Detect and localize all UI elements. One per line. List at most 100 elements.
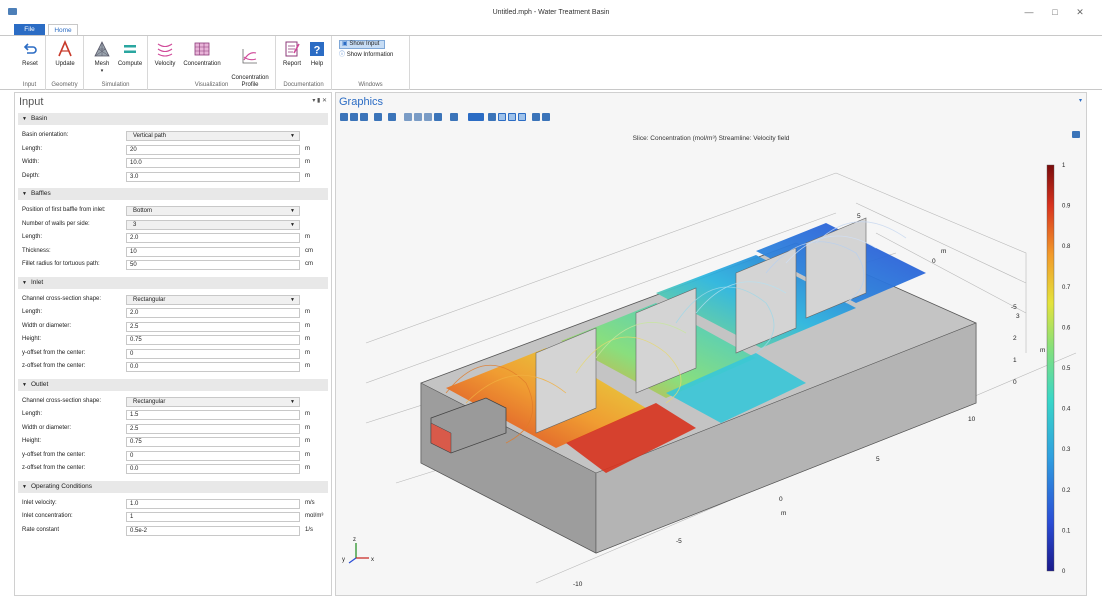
help-label: Help (310, 61, 324, 67)
mesh-button[interactable]: Mesh ▾ (89, 40, 115, 75)
field-value: 0 (130, 350, 134, 357)
show-information-button[interactable]: ⓘ Show Information (339, 52, 393, 59)
zoom-in-icon[interactable] (340, 113, 348, 121)
z-tick: 0 (1013, 379, 1017, 386)
profile-chart-icon (242, 49, 257, 64)
colorbar-tick-label: 0.8 (1062, 244, 1071, 250)
x-tick: 5 (876, 456, 880, 463)
text-field[interactable]: 10.0 (126, 158, 300, 168)
help-button[interactable]: ? Help (306, 40, 328, 68)
collapse-icon: ▼ (22, 483, 27, 490)
maximize-button[interactable]: □ (1049, 6, 1061, 18)
view-direction-icon[interactable] (388, 113, 396, 121)
text-field[interactable]: 0.0 (126, 464, 300, 474)
field-unit: cm (305, 261, 313, 267)
text-field[interactable]: 1.0 (126, 498, 300, 509)
image-snapshot-icon[interactable] (532, 113, 540, 121)
chevron-down-icon: ▼ (290, 133, 295, 139)
field-unit: m (305, 172, 310, 179)
view-yz-icon[interactable] (414, 113, 422, 121)
form-row: z-offset from the center: 0.0 m (18, 463, 328, 475)
dropdown-select[interactable]: 3 ▼ (126, 219, 300, 230)
compute-button[interactable]: Compute (115, 40, 145, 68)
field-value: 3.0 (130, 173, 139, 180)
text-field[interactable]: 0 (126, 348, 300, 359)
ribbon-group-input: Reset Input (14, 36, 46, 90)
text-field[interactable]: 1 (126, 512, 300, 522)
text-field[interactable]: 0.75 (126, 437, 300, 447)
field-value: 0.75 (130, 439, 142, 445)
velocity-button[interactable]: Velocity (152, 40, 178, 68)
text-field[interactable]: 0.0 (126, 362, 300, 372)
grid-toggle-icon[interactable] (498, 113, 506, 121)
graphics-canvas[interactable]: -10 -5 0 5 10 m 5 0 -5 m 3 2 1 0 m z x y (336, 143, 1086, 593)
export-icon[interactable] (1072, 131, 1080, 138)
z-tick: 1 (1013, 357, 1017, 364)
text-field[interactable]: 0.5e-2 (126, 525, 300, 536)
text-field[interactable]: 2.5 (126, 321, 300, 332)
field-label: Length: (22, 145, 43, 152)
wireframe-toggle-icon[interactable] (518, 113, 526, 121)
zoom-out-icon[interactable] (350, 113, 358, 121)
chevron-down-icon: ▼ (290, 398, 295, 405)
axis-toggle-icon[interactable] (508, 113, 516, 121)
field-unit: m (305, 438, 310, 444)
section-header[interactable]: ▼ Inlet (18, 276, 328, 289)
group-label-simulation: Simulation (101, 82, 130, 88)
compute-icon (124, 45, 136, 53)
triad-z-label: z (353, 537, 356, 543)
y-unit: m (941, 248, 946, 255)
text-field[interactable]: 1.5 (126, 410, 300, 420)
text-field[interactable]: 10 (126, 246, 300, 257)
text-field[interactable]: 0.75 (126, 335, 300, 345)
help-icon: ? (310, 42, 324, 57)
form-row: Height: 0.75 m (18, 334, 328, 346)
dropdown-select[interactable]: Rectangular ▼ (126, 396, 300, 407)
text-field[interactable]: 0 (126, 450, 300, 461)
text-field[interactable]: 3.0 (126, 171, 300, 182)
zoom-extents-icon[interactable] (374, 113, 382, 121)
text-field[interactable]: 20 (126, 144, 300, 155)
text-field[interactable]: 50 (126, 260, 300, 270)
reset-view-icon[interactable] (450, 113, 458, 121)
section-header[interactable]: ▼ Basin (18, 113, 328, 125)
mesh-label: Mesh (94, 61, 110, 67)
field-label: Length: (22, 411, 43, 417)
print-icon[interactable] (542, 113, 550, 121)
zoom-box-icon[interactable] (360, 113, 368, 121)
field-label: Rate constant (22, 526, 60, 533)
field-value: 1.0 (130, 500, 139, 507)
colorbar (1046, 164, 1055, 572)
go-to-view-icon[interactable] (434, 113, 442, 121)
field-value: Bottom (133, 208, 153, 214)
collapse-icon: ▼ (22, 116, 27, 122)
show-input-icon: ▣ (342, 41, 348, 47)
update-button[interactable]: Update (50, 40, 80, 68)
colorbar-tick-label: 0.9 (1062, 204, 1071, 210)
text-field[interactable]: 2.0 (126, 308, 300, 318)
section-title: Baffles (30, 190, 51, 197)
view-zx-icon[interactable] (424, 113, 432, 121)
show-input-button[interactable]: ▣ Show Input (339, 40, 385, 49)
select-mode-icon[interactable] (468, 113, 484, 121)
dropdown-select[interactable]: Bottom ▼ (126, 206, 300, 216)
x-unit: m (781, 510, 786, 517)
transparency-icon[interactable] (488, 113, 496, 121)
graphics-panel-controls[interactable]: ▾ (1079, 97, 1082, 104)
report-button[interactable]: Report (280, 40, 304, 68)
concentration-button[interactable]: Concentration (180, 40, 224, 68)
dropdown-select[interactable]: Rectangular ▼ (126, 294, 300, 305)
section-header[interactable]: ▼ Baffles (18, 188, 328, 200)
section-header[interactable]: ▼ Operating Conditions (18, 480, 328, 493)
minimize-button[interactable]: — (1023, 6, 1035, 18)
reset-button[interactable]: Reset (16, 40, 44, 68)
field-value: 10.0 (130, 160, 142, 166)
dropdown-select[interactable]: Vertical path ▼ (126, 131, 300, 141)
colorbar-tick-label: 1 (1062, 163, 1066, 169)
text-field[interactable]: 2.0 (126, 233, 300, 243)
input-panel-controls[interactable]: ▾ ▮ ✕ (312, 97, 327, 104)
text-field[interactable]: 2.5 (126, 423, 300, 434)
close-button[interactable]: ✕ (1074, 6, 1086, 18)
view-xy-icon[interactable] (404, 113, 412, 121)
section-header[interactable]: ▼ Outlet (18, 378, 328, 391)
